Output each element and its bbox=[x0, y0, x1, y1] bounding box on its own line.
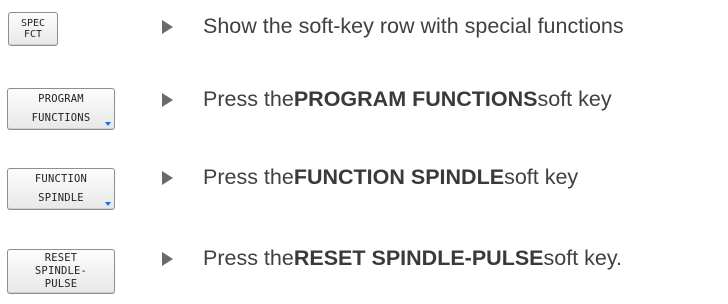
step-instruction: Press the PROGRAM FUNCTIONS soft key bbox=[162, 87, 612, 112]
key-label-line: SPEC bbox=[20, 18, 46, 29]
key-label-line: RESET bbox=[44, 252, 78, 264]
arrow-right-icon bbox=[162, 170, 173, 185]
step-instruction: Press the FUNCTION SPINDLE soft key bbox=[162, 165, 578, 190]
step-spec-fct: SPEC FCT Show the soft-key row with spec… bbox=[0, 8, 728, 48]
step-function-spindle: FUNCTION SPINDLE Press the FUNCTION SPIN… bbox=[0, 165, 728, 218]
instruction-text-bold: RESET SPINDLE-PULSE bbox=[293, 246, 544, 270]
instruction-text-pre: Press the bbox=[203, 165, 294, 189]
instruction-text-pre: Press the bbox=[203, 246, 294, 270]
submenu-indicator-icon bbox=[105, 202, 111, 206]
instruction-text-bold: FUNCTION SPINDLE bbox=[293, 165, 505, 189]
key-label-line: PULSE bbox=[44, 278, 78, 290]
spec-fct-key[interactable]: SPEC FCT bbox=[8, 12, 58, 46]
submenu-indicator-icon bbox=[105, 122, 111, 126]
instruction-text: Show the soft-key row with special funct… bbox=[203, 14, 624, 38]
key-label-line: FCT bbox=[23, 29, 43, 40]
arrow-right-icon bbox=[162, 92, 173, 107]
step-program-functions: PROGRAM FUNCTIONS Press the PROGRAM FUNC… bbox=[0, 87, 728, 137]
arrow-right-icon bbox=[162, 251, 173, 266]
step-reset-spindle-pulse: RESET SPINDLE- PULSE Press the RESET SPI… bbox=[0, 246, 728, 304]
key-label-line: FUNCTION bbox=[34, 173, 88, 185]
instruction-text-pre: Press the bbox=[203, 87, 294, 111]
key-label-line: FUNCTIONS bbox=[31, 112, 91, 124]
instruction-text-bold: PROGRAM FUNCTIONS bbox=[293, 87, 538, 111]
program-functions-softkey[interactable]: PROGRAM FUNCTIONS bbox=[7, 88, 115, 130]
step-instruction: Show the soft-key row with special funct… bbox=[162, 14, 624, 39]
key-label-line: SPINDLE bbox=[38, 192, 84, 204]
instruction-text-post: soft key. bbox=[543, 246, 622, 270]
key-label-line: PROGRAM bbox=[38, 93, 84, 105]
step-instruction: Press the RESET SPINDLE-PULSE soft key. bbox=[162, 246, 622, 271]
function-spindle-softkey[interactable]: FUNCTION SPINDLE bbox=[7, 168, 115, 210]
instruction-text-post: soft key bbox=[504, 165, 579, 189]
arrow-right-icon bbox=[162, 19, 173, 34]
key-label-line: SPINDLE- bbox=[34, 265, 88, 277]
instruction-text-post: soft key bbox=[537, 87, 612, 111]
reset-spindle-pulse-softkey[interactable]: RESET SPINDLE- PULSE bbox=[7, 249, 115, 294]
